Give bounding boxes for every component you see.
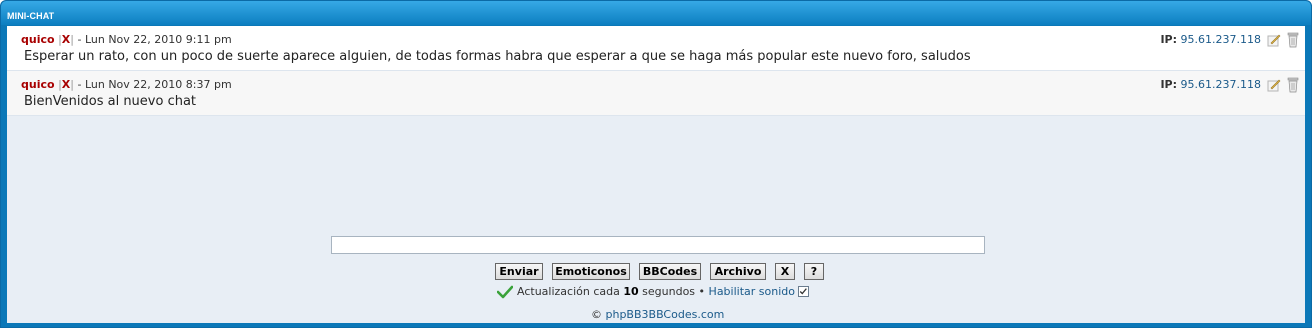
bbcodes-button[interactable]: BBCodes (639, 263, 701, 280)
chat-message-input[interactable] (331, 236, 985, 254)
send-button[interactable]: Enviar (495, 263, 543, 280)
enable-sound-link[interactable]: Habilitar sonido (709, 285, 795, 298)
checkmark-icon (497, 285, 513, 299)
footer-link[interactable]: phpBB3BBCodes.com (606, 308, 725, 321)
enable-sound-checkbox[interactable] (798, 286, 809, 297)
footer: © phpBB3BBCodes.com (591, 308, 724, 321)
chat-message: quico |X| - Lun Nov 22, 2010 8:37 pm Bie… (7, 71, 1305, 116)
ip-link[interactable]: 95.61.237.118 (1181, 78, 1261, 91)
emoticons-button[interactable]: Emoticonos (552, 263, 630, 280)
delete-icon[interactable] (1286, 32, 1300, 48)
edit-icon[interactable] (1267, 78, 1281, 92)
message-text: Esperar un rato, con un poco de suerte a… (24, 49, 971, 64)
checkbox-check-icon (799, 288, 807, 295)
ip-link[interactable]: 95.61.237.118 (1181, 33, 1261, 46)
author-name[interactable]: quico (21, 33, 55, 46)
status-bullet: • (698, 285, 706, 298)
refresh-interval: 10 (623, 285, 639, 298)
panel-title: MINI-CHAT (7, 11, 55, 21)
clear-button[interactable]: X (775, 263, 795, 280)
mini-chat-panel: MINI-CHAT quico |X| - Lun Nov 22, 2010 9… (0, 0, 1312, 328)
author-name[interactable]: quico (21, 78, 55, 91)
message-text: BienVenidos al nuevo chat (24, 94, 197, 109)
edit-icon[interactable] (1267, 33, 1281, 47)
ip-label: IP: (1160, 78, 1178, 91)
message-timestamp: Lun Nov 22, 2010 9:11 pm (84, 33, 232, 46)
copyright-symbol: © (591, 308, 602, 321)
message-dash: - (77, 78, 85, 91)
help-button[interactable]: ? (804, 263, 824, 280)
message-ip: IP: 95.61.237.118 (1160, 78, 1261, 91)
kick-link[interactable]: X (62, 78, 70, 91)
message-ip: IP: 95.61.237.118 (1160, 33, 1261, 46)
ip-label: IP: (1160, 33, 1178, 46)
file-button[interactable]: Archivo (710, 263, 766, 280)
message-meta: quico |X| - Lun Nov 22, 2010 8:37 pm (21, 78, 232, 91)
message-dash: - (77, 33, 85, 46)
message-timestamp: Lun Nov 22, 2010 8:37 pm (84, 78, 232, 91)
panel-header: MINI-CHAT (1, 1, 1311, 25)
status-text: Actualización cada 10 segundos • Habilit… (517, 285, 795, 298)
delete-icon[interactable] (1286, 77, 1300, 93)
chat-body: quico |X| - Lun Nov 22, 2010 9:11 pm Esp… (7, 26, 1305, 323)
status-suffix: segundos (642, 285, 696, 298)
message-meta: quico |X| - Lun Nov 22, 2010 9:11 pm (21, 33, 232, 46)
kick-link[interactable]: X (62, 33, 70, 46)
status-prefix: Actualización cada (517, 285, 620, 298)
chat-message: quico |X| - Lun Nov 22, 2010 9:11 pm Esp… (7, 26, 1305, 71)
